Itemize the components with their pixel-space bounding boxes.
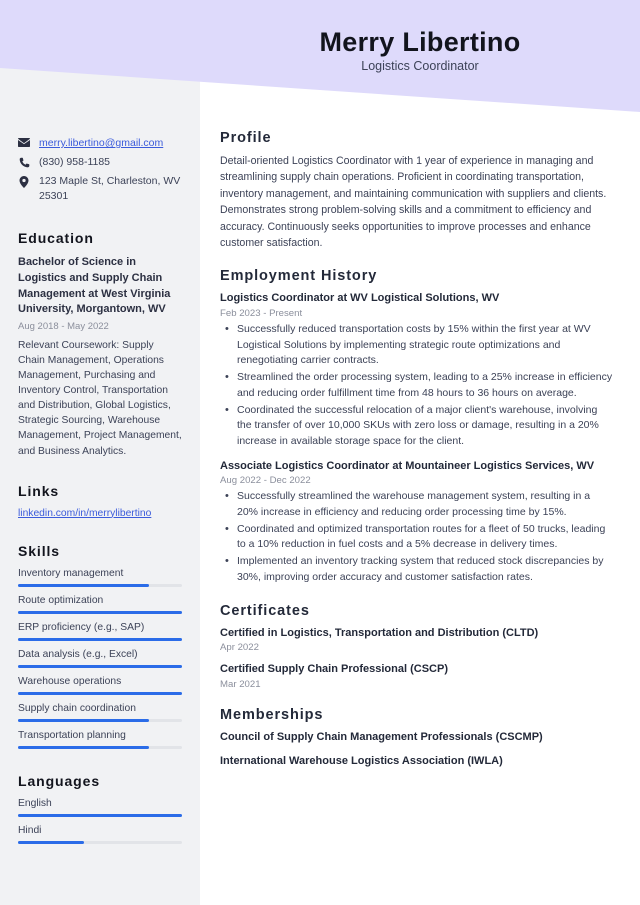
skill-item: Route optimization bbox=[18, 595, 182, 614]
education-description: Relevant Coursework: Supply Chain Manage… bbox=[18, 339, 182, 457]
page-title: Merry Libertino bbox=[319, 27, 521, 58]
education-section: Education Bachelor of Science in Logisti… bbox=[18, 230, 182, 459]
contact-phone-row: (830) 958-1185 bbox=[18, 155, 182, 170]
membership-item: International Warehouse Logistics Associ… bbox=[220, 754, 503, 767]
skill-bar-fill bbox=[18, 610, 182, 614]
membership-item: Council of Supply Chain Management Profe… bbox=[220, 730, 543, 743]
memberships-heading: Memberships bbox=[220, 706, 324, 723]
certificate-date: Mar 2021 bbox=[220, 678, 261, 690]
certificate-date: Apr 2022 bbox=[220, 642, 259, 654]
job-bullet: Coordinated the successful relocation of… bbox=[220, 402, 614, 450]
profile-text: Detail-oriented Logistics Coordinator wi… bbox=[220, 155, 607, 250]
language-bar-fill bbox=[18, 840, 84, 844]
skill-item: Supply chain coordination bbox=[18, 703, 182, 722]
skill-item: Warehouse operations bbox=[18, 676, 182, 695]
resume-page: merry.libertino@gmail.com (830) 958-1185… bbox=[0, 0, 640, 905]
skill-bar bbox=[18, 691, 182, 695]
language-item: English bbox=[18, 798, 182, 817]
skill-label: Warehouse operations bbox=[18, 675, 122, 687]
skill-label: Inventory management bbox=[18, 567, 124, 579]
links-heading: Links bbox=[18, 482, 60, 499]
skill-bar-fill bbox=[18, 583, 150, 587]
skill-bar-fill bbox=[18, 637, 182, 641]
employment-section: Employment History Logistics Coordinator… bbox=[220, 268, 614, 585]
certificate-title: Certified Supply Chain Professional (CSC… bbox=[220, 663, 448, 676]
main-content: Profile Detail-oriented Logistics Coordi… bbox=[200, 0, 640, 905]
language-bar bbox=[18, 813, 182, 817]
envelope-icon bbox=[18, 136, 30, 147]
contact-address-row: 123 Maple St, Charleston, WV 25301 bbox=[18, 174, 182, 204]
education-degree: Bachelor of Science in Logistics and Sup… bbox=[18, 255, 171, 316]
skills-heading: Skills bbox=[18, 542, 60, 559]
language-item: Hindi bbox=[18, 825, 182, 844]
language-bar-fill bbox=[18, 813, 182, 817]
language-label: English bbox=[18, 797, 52, 809]
job-bullets: Successfully streamlined the warehouse m… bbox=[220, 488, 614, 586]
job-bullet: Coordinated and optimized transportation… bbox=[220, 521, 614, 554]
header-text-group: Merry Libertino Logistics Coordinator bbox=[200, 0, 640, 100]
job-bullets: Successfully reduced transportation cost… bbox=[220, 321, 614, 450]
job-bullet: Streamlined the order processing system,… bbox=[220, 369, 614, 402]
memberships-section: Memberships Council of Supply Chain Mana… bbox=[220, 707, 614, 770]
skill-label: Data analysis (e.g., Excel) bbox=[18, 648, 138, 660]
skill-bar bbox=[18, 664, 182, 668]
certificate-item: Certified in Logistics, Transportation a… bbox=[220, 626, 614, 653]
skill-item: Inventory management bbox=[18, 568, 182, 587]
email-link[interactable]: merry.libertino@gmail.com bbox=[39, 137, 163, 149]
phone-icon bbox=[18, 155, 30, 168]
skills-section: Skills Inventory management Route optimi… bbox=[18, 543, 182, 749]
job-date: Feb 2023 - Present bbox=[220, 307, 303, 319]
language-label: Hindi bbox=[18, 824, 42, 836]
job-bullet: Implemented an inventory tracking system… bbox=[220, 553, 614, 586]
education-item: Bachelor of Science in Logistics and Sup… bbox=[18, 255, 182, 459]
skill-bar-fill bbox=[18, 691, 182, 695]
skill-bar bbox=[18, 610, 182, 614]
skill-bar bbox=[18, 718, 182, 722]
skill-bar bbox=[18, 745, 182, 749]
contact-details: merry.libertino@gmail.com (830) 958-1185… bbox=[18, 136, 182, 204]
certificates-heading: Certificates bbox=[220, 602, 310, 619]
certificate-title: Certified in Logistics, Transportation a… bbox=[220, 626, 539, 639]
skill-bar-fill bbox=[18, 664, 182, 668]
employment-heading: Employment History bbox=[220, 268, 378, 285]
job-entry: Logistics Coordinator at WV Logistical S… bbox=[220, 291, 614, 449]
header-subtitle: Logistics Coordinator bbox=[361, 58, 479, 73]
profile-heading: Profile bbox=[220, 130, 272, 146]
job-entry: Associate Logistics Coordinator at Mount… bbox=[220, 459, 614, 586]
linkedin-link[interactable]: linkedin.com/in/merrylibertino bbox=[18, 508, 151, 519]
contact-email-row: merry.libertino@gmail.com bbox=[18, 136, 182, 151]
job-bullet: Successfully reduced transportation cost… bbox=[220, 321, 614, 369]
link-item[interactable]: linkedin.com/in/merrylibertino bbox=[18, 508, 182, 519]
certificates-section: Certificates Certified in Logistics, Tra… bbox=[220, 603, 614, 690]
education-date: Aug 2018 - May 2022 bbox=[18, 321, 109, 333]
skill-item: ERP proficiency (e.g., SAP) bbox=[18, 622, 182, 641]
skill-label: Supply chain coordination bbox=[18, 702, 136, 714]
job-date: Aug 2022 - Dec 2022 bbox=[220, 475, 311, 487]
languages-heading: Languages bbox=[18, 772, 101, 789]
skill-label: ERP proficiency (e.g., SAP) bbox=[18, 621, 145, 633]
skill-item: Transportation planning bbox=[18, 730, 182, 749]
address-value: 123 Maple St, Charleston, WV 25301 bbox=[39, 174, 181, 202]
skill-item: Data analysis (e.g., Excel) bbox=[18, 649, 182, 668]
language-bar bbox=[18, 840, 182, 844]
sidebar: merry.libertino@gmail.com (830) 958-1185… bbox=[0, 0, 200, 905]
links-section: Links linkedin.com/in/merrylibertino bbox=[18, 483, 182, 519]
phone-value: (830) 958-1185 bbox=[39, 155, 111, 168]
job-bullet: Successfully streamlined the warehouse m… bbox=[220, 488, 614, 521]
job-title: Associate Logistics Coordinator at Mount… bbox=[220, 459, 595, 472]
email-value[interactable]: merry.libertino@gmail.com bbox=[39, 136, 182, 151]
location-pin-icon bbox=[18, 174, 30, 188]
skill-bar-fill bbox=[18, 718, 150, 722]
skill-label: Route optimization bbox=[18, 594, 104, 606]
skill-label: Transportation planning bbox=[18, 729, 126, 741]
profile-section: Profile Detail-oriented Logistics Coordi… bbox=[220, 130, 614, 251]
education-heading: Education bbox=[18, 229, 94, 246]
skill-bar bbox=[18, 583, 182, 587]
skill-bar-fill bbox=[18, 745, 150, 749]
skill-bar bbox=[18, 637, 182, 641]
job-title: Logistics Coordinator at WV Logistical S… bbox=[220, 292, 500, 305]
certificate-item: Certified Supply Chain Professional (CSC… bbox=[220, 662, 614, 689]
languages-section: Languages English Hindi bbox=[18, 773, 182, 844]
